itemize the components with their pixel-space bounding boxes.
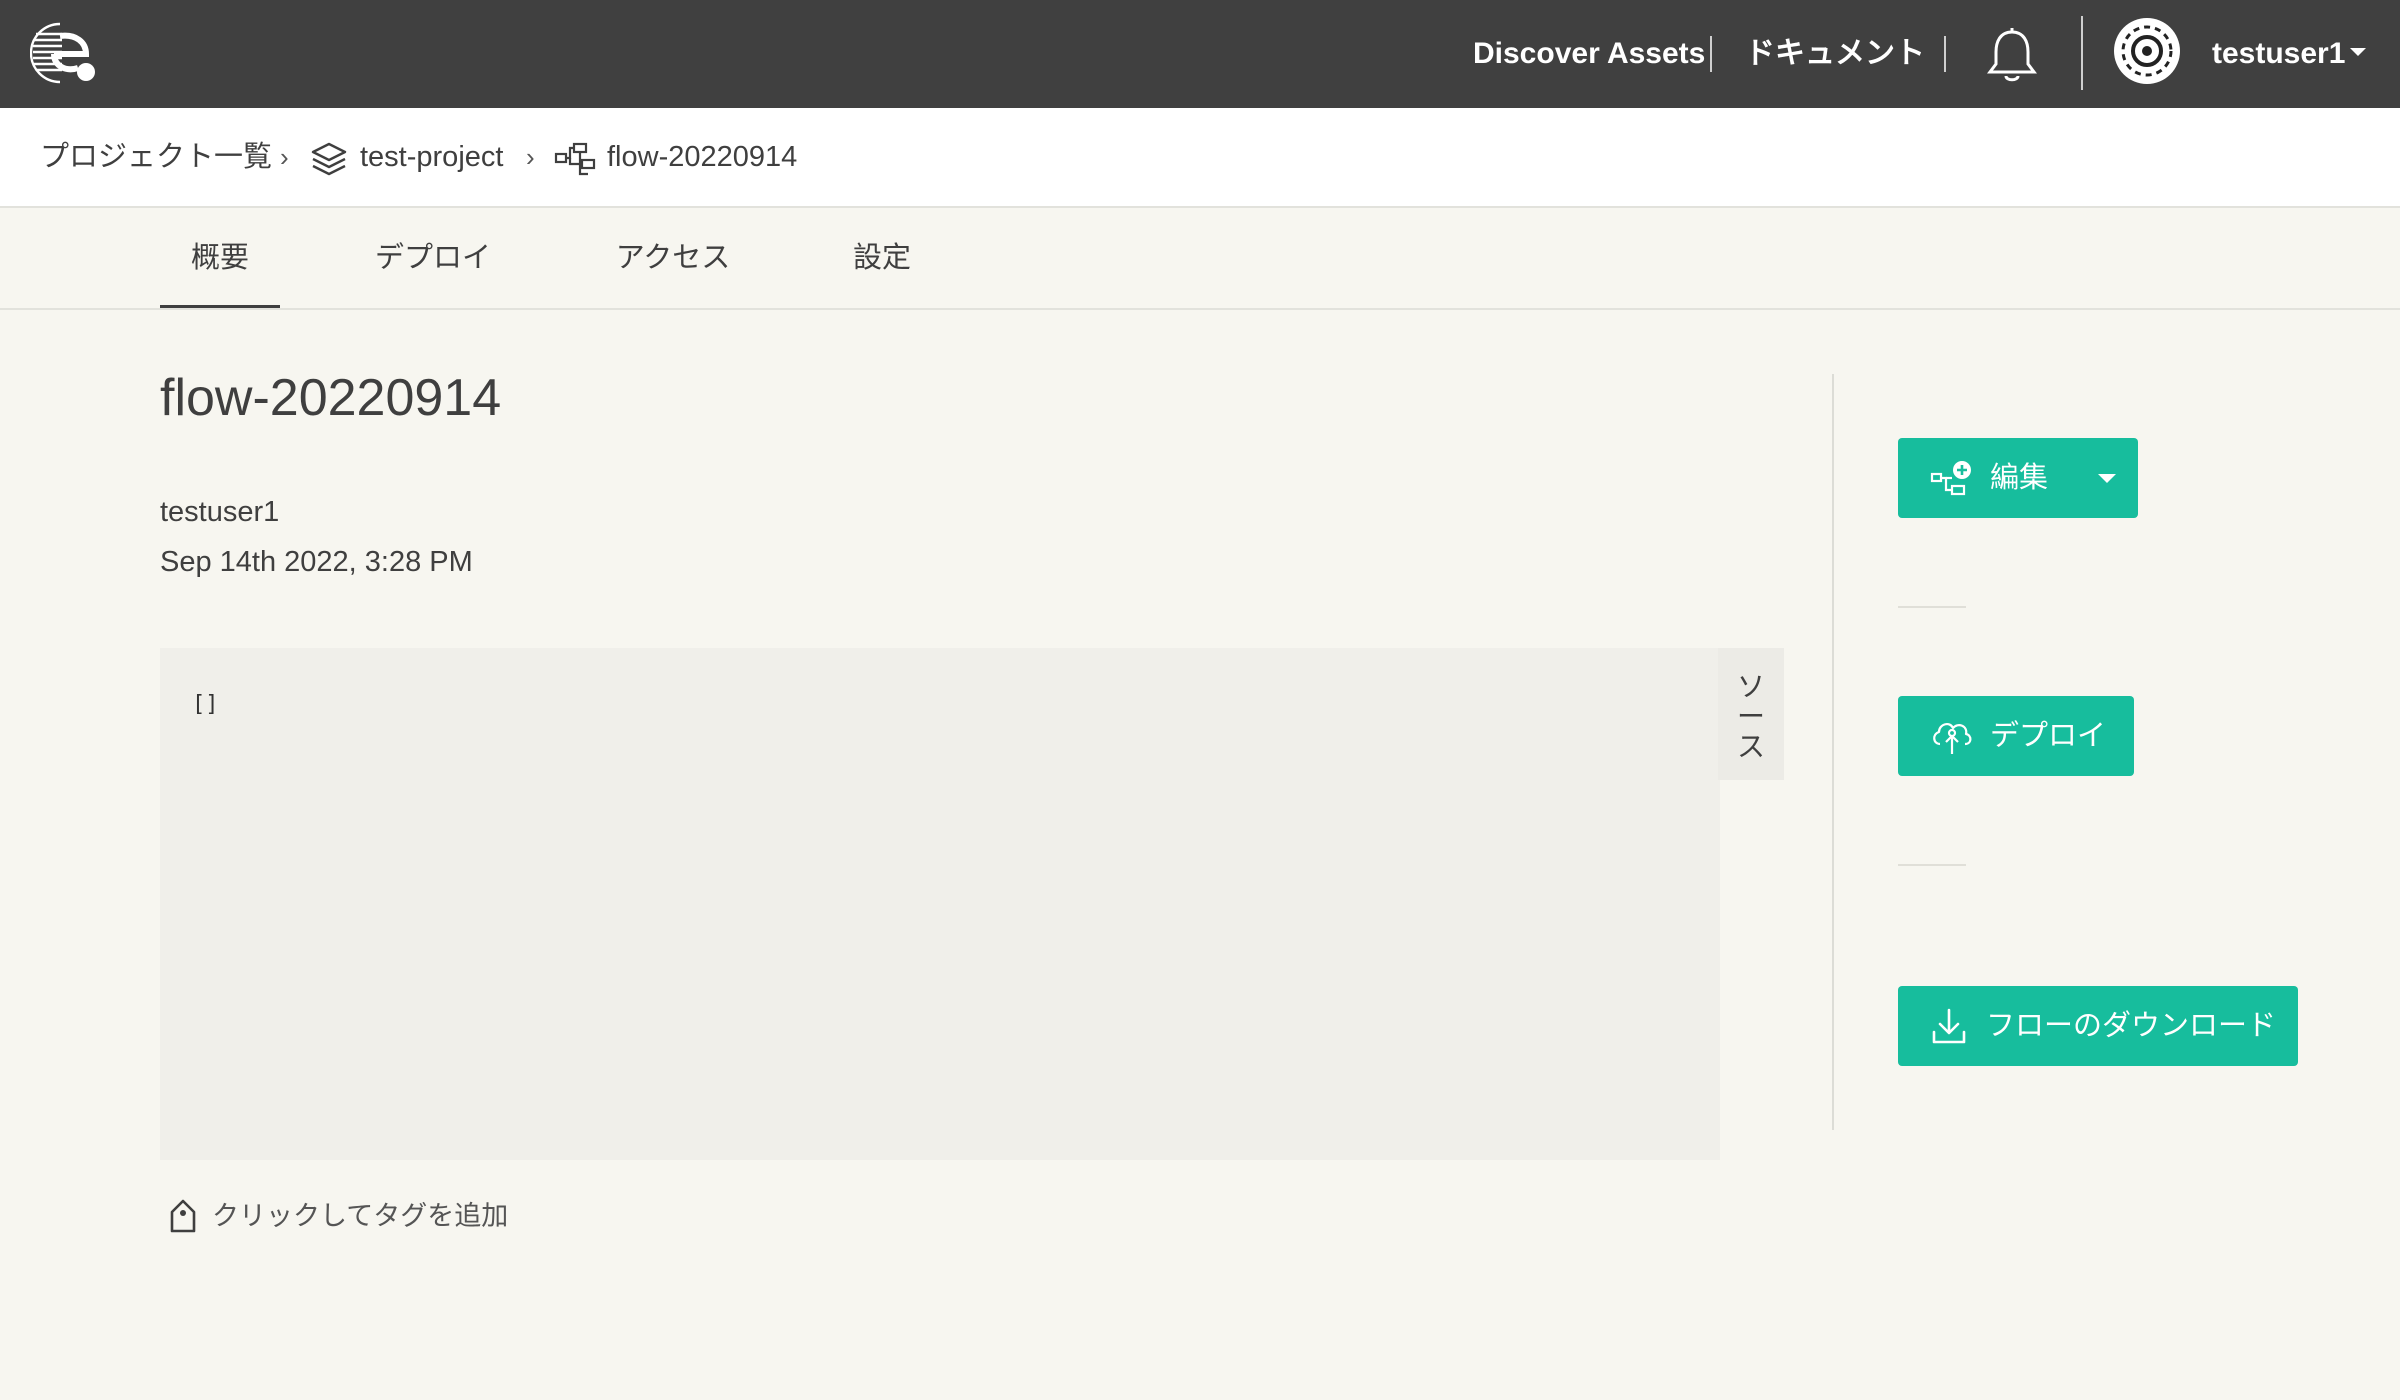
- separator-line: [1898, 864, 1966, 866]
- source-tab-char: ー: [1736, 701, 1765, 732]
- layers-icon: [311, 142, 347, 176]
- breadcrumb-project[interactable]: test-project: [360, 108, 503, 206]
- tab-deploy[interactable]: デプロイ: [360, 208, 506, 308]
- caret-down-icon[interactable]: [2350, 48, 2366, 56]
- tab-overview[interactable]: 概要: [160, 208, 280, 308]
- cloud-deploy-icon: [1933, 722, 1972, 754]
- page-title: flow-20220914: [160, 369, 502, 427]
- caret-down-icon[interactable]: [2098, 474, 2116, 483]
- flow-edit-icon: [1930, 461, 1971, 496]
- created-date: Sep 14th 2022, 3:28 PM: [160, 546, 473, 578]
- download-flow-label: フローのダウンロード: [1986, 1010, 2277, 1042]
- deploy-button-label: デプロイ: [1990, 720, 2107, 752]
- flow-icon: [554, 142, 596, 176]
- flow-source-viewer[interactable]: []: [160, 648, 1720, 1160]
- documents-link[interactable]: ドキュメント: [1745, 0, 1925, 108]
- app-logo-icon[interactable]: [30, 20, 98, 86]
- nav-divider: [2081, 16, 2083, 90]
- avatar[interactable]: [2114, 18, 2180, 84]
- breadcrumb-separator: ›: [526, 142, 535, 172]
- flow-source-code: []: [192, 692, 219, 717]
- deploy-button[interactable]: デプロイ: [1898, 696, 2134, 776]
- content-divider: [1832, 374, 1834, 1130]
- discover-assets-link[interactable]: Discover Assets: [1473, 0, 1705, 108]
- source-tab[interactable]: ソ ー ス: [1718, 648, 1784, 780]
- breadcrumb: プロジェクト一覧 › test-project › flow-20220914: [0, 108, 2400, 208]
- tab-access[interactable]: アクセス: [600, 208, 746, 308]
- edit-button-label: 編集: [1990, 462, 2049, 494]
- username-menu[interactable]: testuser1: [2212, 0, 2345, 108]
- nav-divider: [1710, 36, 1712, 72]
- nav-divider: [1944, 36, 1946, 72]
- breadcrumb-separator: ›: [280, 142, 289, 172]
- source-tab-char: ス: [1736, 731, 1765, 762]
- source-tab-char: ソ: [1736, 671, 1765, 702]
- download-flow-button[interactable]: フローのダウンロード: [1898, 986, 2298, 1066]
- add-tag-label: クリックしてタグを追加: [212, 1201, 509, 1231]
- tab-bar: 概要 デプロイ アクセス 設定: [0, 208, 2400, 310]
- download-icon: [1932, 1008, 1966, 1044]
- tag-icon: [170, 1199, 196, 1233]
- top-navbar: Discover Assets ドキュメント testuser1: [0, 0, 2400, 108]
- avatar-icon: [2121, 25, 2173, 77]
- separator-line: [1898, 606, 1966, 608]
- bell-icon[interactable]: [1984, 26, 2040, 84]
- breadcrumb-flow[interactable]: flow-20220914: [607, 108, 797, 206]
- breadcrumb-project-list[interactable]: プロジェクト一覧: [40, 108, 272, 206]
- tab-settings[interactable]: 設定: [842, 208, 922, 308]
- owner-name: testuser1: [160, 496, 280, 528]
